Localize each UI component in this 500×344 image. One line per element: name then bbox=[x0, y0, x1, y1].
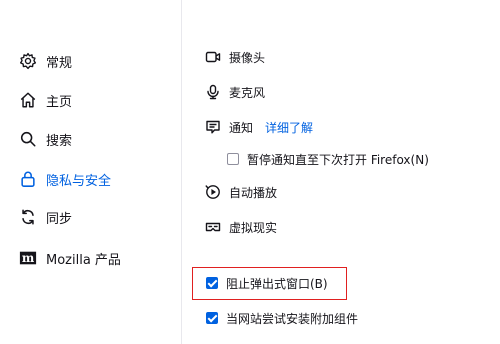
autoplay-label: 自动播放 bbox=[229, 185, 278, 200]
search-icon bbox=[18, 129, 38, 149]
block-popups-checkbox[interactable] bbox=[206, 277, 218, 289]
sidebar-item-label: 隐私与安全 bbox=[46, 173, 112, 189]
microphone-icon bbox=[205, 84, 221, 100]
sync-icon bbox=[18, 207, 38, 227]
warn-addons-label[interactable]: 当网站尝试安装附加组件 bbox=[226, 310, 358, 327]
sidebar-item-general[interactable]: 常规 bbox=[18, 47, 72, 75]
vr-headset-icon bbox=[205, 219, 221, 235]
sidebar-item-label: 搜索 bbox=[46, 133, 73, 149]
warn-addons-checkbox-row[interactable]: 当网站尝试安装附加组件 bbox=[206, 307, 358, 329]
sidebar-item-search[interactable]: 搜索 bbox=[18, 125, 72, 153]
svg-text:m: m bbox=[22, 251, 35, 265]
autoplay-setting[interactable]: 自动播放 bbox=[205, 181, 277, 203]
sidebar-item-label: 主页 bbox=[46, 94, 73, 110]
lock-icon bbox=[18, 169, 38, 189]
pause-notifications-checkbox[interactable] bbox=[227, 153, 239, 165]
microphone-label: 麦克风 bbox=[229, 85, 266, 100]
sidebar-item-label: Mozilla 产品 bbox=[46, 252, 121, 268]
camera-setting[interactable]: 摄像头 bbox=[205, 46, 265, 68]
learn-more-link[interactable]: 详细了解 bbox=[265, 119, 313, 136]
sidebar-item-privacy[interactable]: 隐私与安全 bbox=[18, 165, 111, 193]
block-popups-checkbox-row[interactable]: 阻止弹出式窗口(B) bbox=[206, 272, 328, 294]
sidebar-item-label: 常规 bbox=[46, 55, 73, 71]
gear-icon bbox=[18, 51, 38, 71]
mozilla-logo-icon: m bbox=[18, 248, 38, 268]
virtual-reality-label: 虚拟现实 bbox=[229, 220, 278, 235]
virtual-reality-setting[interactable]: 虚拟现实 bbox=[205, 216, 277, 238]
camera-label: 摄像头 bbox=[229, 50, 266, 65]
warn-addons-checkbox[interactable] bbox=[206, 312, 218, 324]
notifications-label: 通知 bbox=[229, 120, 254, 135]
block-popups-label[interactable]: 阻止弹出式窗口(B) bbox=[226, 275, 328, 292]
sidebar-item-home[interactable]: 主页 bbox=[18, 86, 72, 114]
sidebar-item-label: 同步 bbox=[46, 211, 73, 227]
sidebar-divider bbox=[181, 0, 182, 344]
pause-notifications-checkbox-row[interactable]: 暂停通知直至下次打开 Firefox(N) bbox=[227, 148, 429, 170]
sidebar-item-sync[interactable]: 同步 bbox=[18, 203, 72, 231]
pause-notifications-label[interactable]: 暂停通知直至下次打开 Firefox(N) bbox=[247, 151, 429, 168]
camera-icon bbox=[205, 49, 221, 65]
notification-icon bbox=[205, 119, 221, 135]
home-icon bbox=[18, 90, 38, 110]
sidebar-item-mozilla-products[interactable]: m Mozilla 产品 bbox=[18, 244, 121, 272]
microphone-setting[interactable]: 麦克风 bbox=[205, 81, 265, 103]
autoplay-icon bbox=[205, 184, 221, 200]
notifications-setting[interactable]: 通知 详细了解 bbox=[205, 116, 313, 138]
